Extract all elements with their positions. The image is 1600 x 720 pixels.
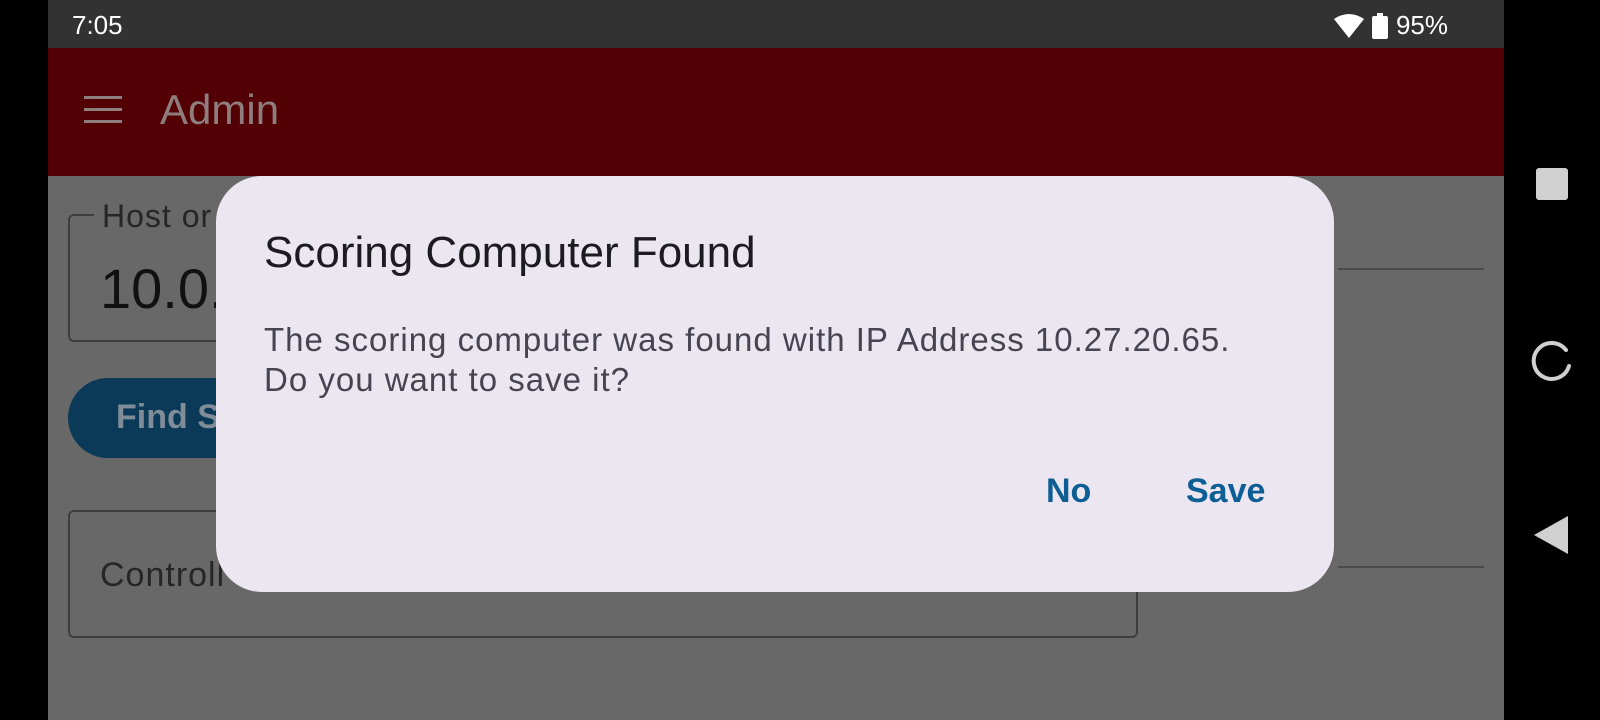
battery-percent: 95% xyxy=(1395,10,1448,40)
control-side-divider xyxy=(1338,566,1484,568)
dialog-message-line-2: Do you want to save it? xyxy=(264,361,631,398)
recents-icon[interactable] xyxy=(1536,168,1568,200)
save-button[interactable]: Save xyxy=(1186,472,1265,511)
dialog-message: The scoring computer was found with IP A… xyxy=(264,320,1304,400)
app-title: Admin xyxy=(160,86,280,133)
scoring-computer-dialog: Scoring Computer Found The scoring compu… xyxy=(216,176,1334,592)
app-screen: 7:05 95% Admin Host or 10.0. Find S Cont… xyxy=(48,0,1504,720)
host-field-value: 10.0. xyxy=(100,257,225,320)
home-icon[interactable] xyxy=(1530,340,1574,384)
app-bar: Admin xyxy=(48,48,1504,176)
status-icons: 95% xyxy=(1333,10,1448,41)
navigation-bar xyxy=(1504,0,1600,720)
back-icon[interactable] xyxy=(1534,516,1568,554)
status-bar: 7:05 95% xyxy=(48,0,1504,48)
menu-icon[interactable] xyxy=(84,96,122,126)
host-field-label: Host or xyxy=(94,198,221,235)
control-field-label: Controll xyxy=(100,556,226,594)
host-side-divider xyxy=(1338,268,1484,270)
status-time: 7:05 xyxy=(72,10,123,40)
no-button[interactable]: No xyxy=(1046,472,1091,511)
battery-icon xyxy=(1371,12,1388,39)
dialog-title: Scoring Computer Found xyxy=(264,228,756,277)
wifi-icon xyxy=(1333,13,1364,38)
dialog-message-line-1: The scoring computer was found with IP A… xyxy=(264,321,1231,358)
